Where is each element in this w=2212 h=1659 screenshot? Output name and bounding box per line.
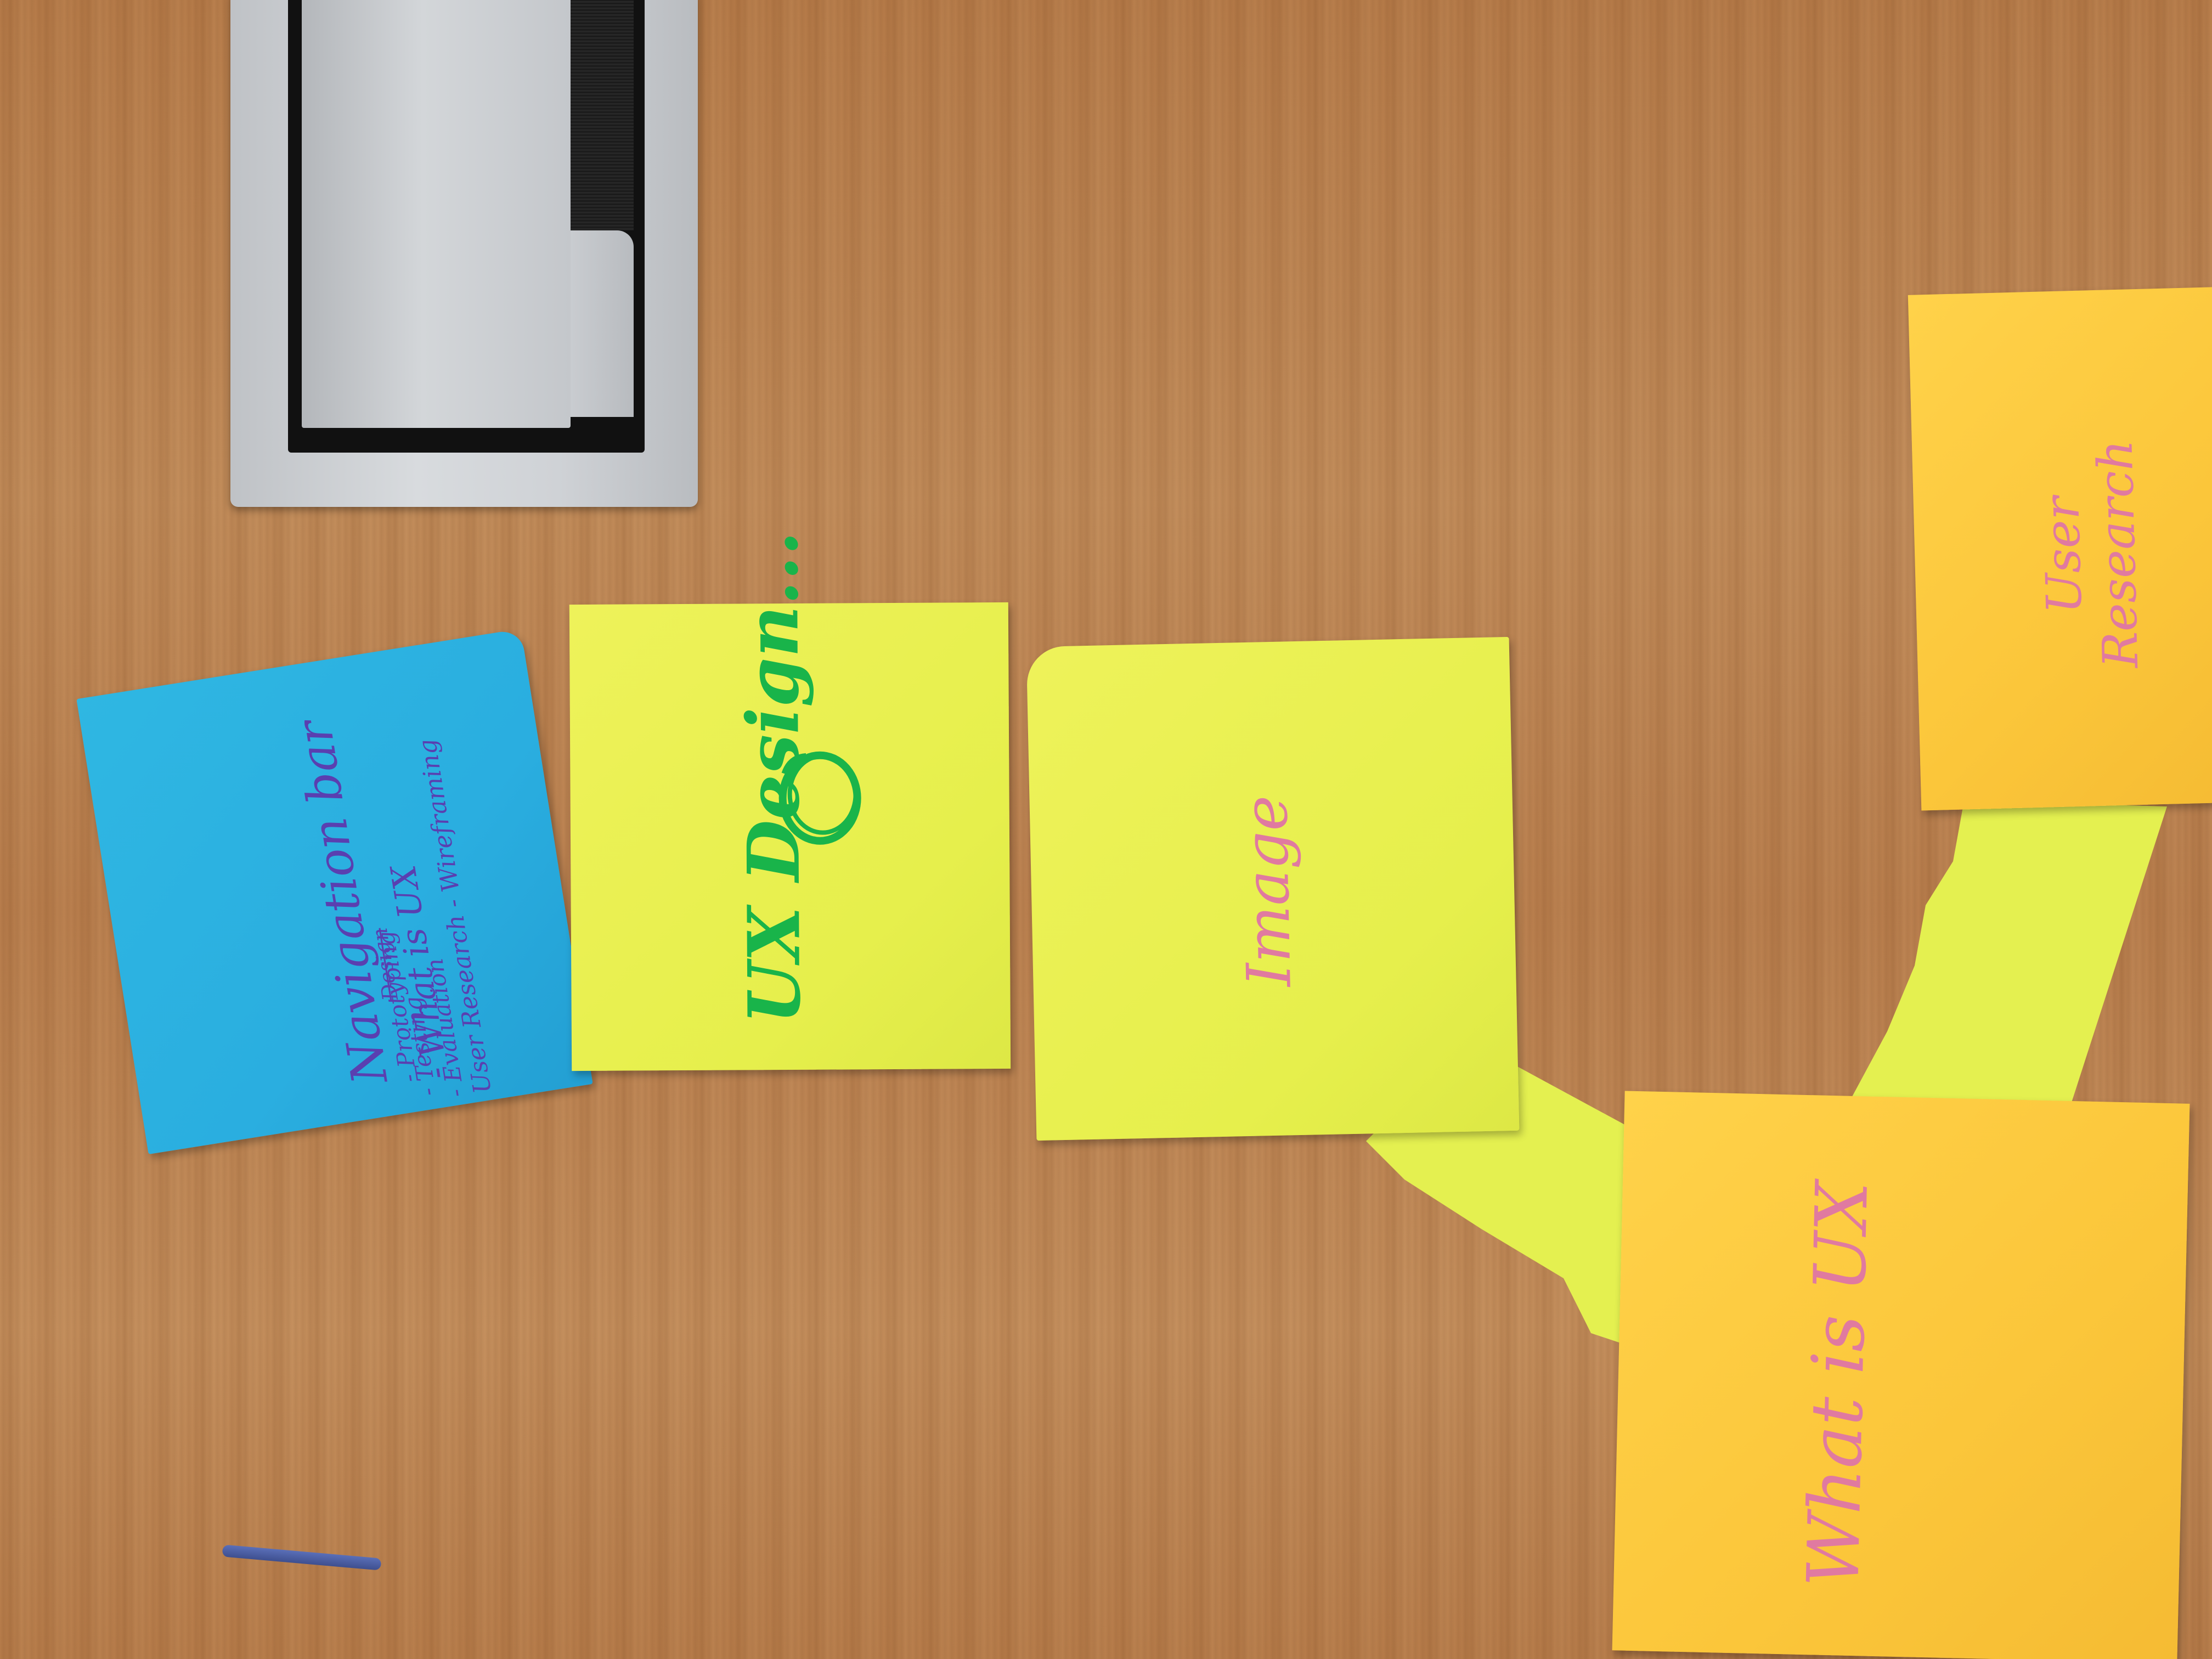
user-research-line1: User — [2033, 496, 2093, 615]
sticky-note-navigation: Navigation bar - What is UX User Researc… — [76, 629, 593, 1154]
sticky-note-user-research: User Research — [1908, 286, 2212, 811]
smiley-doodle — [778, 751, 861, 845]
sticky-note-what-is-ux: What is UX — [1612, 1091, 2190, 1659]
image-note-title: Image — [1230, 794, 1305, 988]
desk-surface: Navigation bar - What is UX User Researc… — [0, 0, 2212, 1659]
strip-research-to-whatisux — [1849, 801, 2167, 1147]
user-research-line2: Research — [2086, 439, 2149, 669]
ux-design-title: UX Design... — [730, 531, 817, 1025]
what-is-ux-title: What is UX — [1791, 1180, 1884, 1589]
sticky-note-image: Image — [1026, 636, 1520, 1141]
sticky-note-ux-design: UX Design... — [569, 531, 1011, 1071]
